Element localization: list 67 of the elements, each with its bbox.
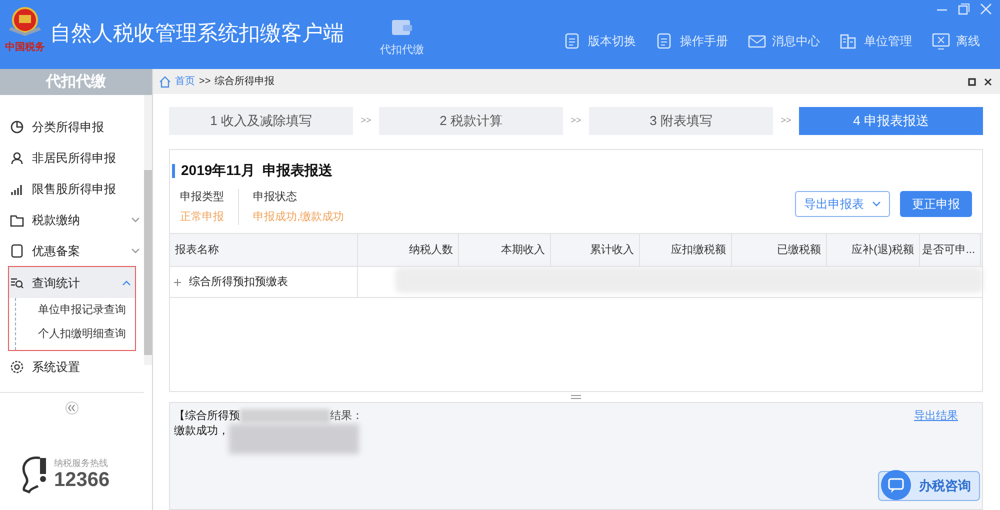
sidebar-title: 代扣代缴: [0, 69, 152, 95]
building-icon: [840, 32, 858, 50]
field-value: 申报成功,缴款成功: [253, 210, 344, 224]
close-icon[interactable]: [984, 78, 992, 86]
step-separator: >>: [780, 114, 792, 128]
maximize-icon[interactable]: [968, 78, 976, 86]
breadcrumb-separator: >>: [199, 75, 211, 89]
home-icon: [159, 76, 171, 88]
column-header: 纳税人数: [358, 234, 459, 266]
column-header: 应扣缴税额: [640, 234, 732, 266]
folder-icon: [10, 212, 24, 226]
sidebar-item[interactable]: 非居民所得申报: [0, 142, 144, 173]
splitter-handle-icon[interactable]: [571, 395, 581, 399]
field-label: 申报状态: [253, 190, 298, 205]
sidebar-item[interactable]: 优惠备案: [0, 235, 144, 266]
column-header: 是否可申...: [920, 234, 981, 266]
document-icon: [10, 244, 24, 258]
pie-chart-icon: [10, 120, 24, 134]
step-tab[interactable]: 1 收入及减除填写: [169, 107, 353, 135]
chevron-up-icon: [122, 280, 132, 286]
step-separator: >>: [570, 114, 582, 128]
expand-toggle-icon[interactable]: [174, 278, 181, 286]
export-dropdown[interactable]: 导出申报表: [795, 191, 890, 217]
sidebar-item[interactable]: 税款缴纳: [0, 204, 144, 235]
column-header: 已缴税额: [732, 234, 827, 266]
scrollbar[interactable]: [144, 95, 152, 365]
field-value: 正常申报: [180, 210, 224, 224]
search-icon: [10, 276, 24, 290]
hotline-label: 纳税服务热线: [54, 458, 109, 468]
sidebar-item[interactable]: 查询统计: [9, 267, 136, 298]
result-text: 结果：: [330, 409, 363, 424]
chevron-down-icon: [131, 248, 140, 254]
result-text: 缴款成功，: [174, 424, 229, 439]
export-link[interactable]: 导出结果: [914, 408, 958, 424]
correct-button[interactable]: 更正申报: [900, 191, 972, 217]
breadcrumb-current: 综合所得申报: [214, 74, 275, 89]
step-tab[interactable]: 4 申报表报送: [799, 107, 983, 135]
column-header: 本期收入: [459, 234, 551, 266]
monitor-icon: [932, 32, 950, 50]
window-title: 自然人税收管理系统扣缴客户端: [50, 21, 344, 47]
envelope-icon: [748, 32, 766, 50]
wallet-icon: [391, 18, 413, 36]
settings-icon: [10, 360, 24, 374]
hotline-number: 12366: [54, 468, 110, 490]
sidebar-subitem[interactable]: 个人扣缴明细查询: [16, 322, 136, 346]
sidebar-item[interactable]: 限售股所得申报: [0, 173, 144, 204]
chevron-down-icon: [872, 201, 881, 207]
column-header: 应补(退)税额: [827, 234, 920, 266]
consult-button[interactable]: 办税咨询: [878, 471, 980, 501]
card-title: 2019年11月 申报表报送: [181, 161, 333, 180]
column-header: 累计收入: [551, 234, 640, 266]
sidebar-item[interactable]: 分类所得申报: [0, 111, 144, 142]
column-header: 报表名称: [170, 234, 358, 266]
collapse-icon[interactable]: [65, 401, 80, 415]
table-cell-text: 综合所得预扣预缴表: [189, 274, 288, 290]
logo-caption: 中国税务: [5, 42, 45, 54]
field-label: 申报类型: [180, 190, 224, 205]
chat-icon: [881, 470, 911, 500]
emblem-icon: [7, 6, 43, 36]
sidebar-item[interactable]: 系统设置: [0, 351, 144, 382]
chevron-down-icon: [131, 216, 140, 222]
sidebar-subitem[interactable]: 单位申报记录查询: [16, 298, 136, 322]
person-icon: [10, 150, 24, 164]
step-tab[interactable]: 2 税款计算: [379, 107, 563, 135]
step-separator: >>: [360, 114, 372, 128]
step-tab[interactable]: 3 附表填写: [589, 107, 773, 135]
result-text: 【综合所得预: [174, 409, 240, 424]
